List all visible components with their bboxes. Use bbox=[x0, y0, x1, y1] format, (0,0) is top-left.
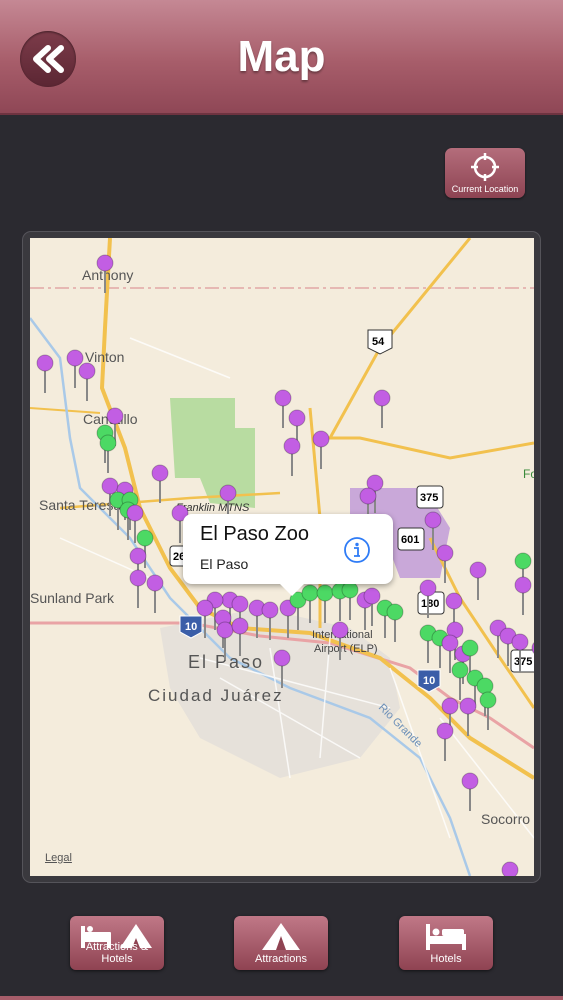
label-el-paso: El Paso bbox=[188, 652, 264, 672]
header-bar: Map bbox=[0, 0, 563, 115]
map-pin[interactable] bbox=[436, 544, 454, 562]
map-pin[interactable] bbox=[514, 552, 532, 570]
svg-text:375: 375 bbox=[514, 656, 532, 668]
map-pin[interactable] bbox=[461, 639, 479, 657]
franklin-park-area bbox=[170, 398, 255, 508]
map-pin[interactable] bbox=[36, 354, 54, 372]
attractions-label: Attractions bbox=[255, 953, 307, 965]
map-pin[interactable] bbox=[424, 511, 442, 529]
map-pin[interactable] bbox=[436, 722, 454, 740]
map-pin[interactable] bbox=[96, 254, 114, 272]
map-pin[interactable] bbox=[261, 601, 279, 619]
map-pin[interactable] bbox=[511, 633, 529, 651]
map-pin[interactable] bbox=[231, 617, 249, 635]
map-pin[interactable] bbox=[129, 569, 147, 587]
label-vinton: Vinton bbox=[85, 349, 124, 365]
map-pin[interactable] bbox=[126, 504, 144, 522]
map-pin[interactable] bbox=[386, 603, 404, 621]
shield-54: 54 bbox=[367, 329, 393, 355]
map-pin[interactable] bbox=[151, 464, 169, 482]
map-pin[interactable] bbox=[216, 621, 234, 639]
bottom-toolbar: Attractions & Hotels Attractions Hotels bbox=[0, 898, 563, 1000]
map-pin[interactable] bbox=[461, 772, 479, 790]
map-pin[interactable] bbox=[451, 661, 469, 679]
label-sunland-park: Sunland Park bbox=[30, 590, 115, 606]
map-pin[interactable] bbox=[445, 592, 463, 610]
map-pin[interactable] bbox=[219, 484, 237, 502]
map-pin[interactable] bbox=[373, 389, 391, 407]
map-pin[interactable] bbox=[196, 599, 214, 617]
attractions-button[interactable]: Attractions bbox=[234, 916, 328, 970]
label-socorro: Socorro bbox=[481, 811, 530, 827]
page-title: Map bbox=[237, 32, 326, 81]
map-pin[interactable] bbox=[78, 362, 96, 380]
map-pin[interactable] bbox=[419, 579, 437, 597]
map-pin[interactable] bbox=[288, 409, 306, 427]
map-pin[interactable] bbox=[312, 430, 330, 448]
map-pin[interactable] bbox=[106, 407, 124, 425]
callout-title: El Paso Zoo bbox=[200, 523, 309, 545]
svg-text:54: 54 bbox=[372, 336, 385, 348]
crosshair-icon bbox=[471, 153, 499, 181]
map-pin[interactable] bbox=[459, 697, 477, 715]
map-pin[interactable] bbox=[514, 576, 532, 594]
map-callout[interactable]: El Paso Zoo El Paso bbox=[183, 514, 393, 596]
map-pin[interactable] bbox=[273, 649, 291, 667]
map-pin[interactable] bbox=[441, 634, 459, 652]
current-location-label: Current Location bbox=[451, 184, 519, 194]
map-pin[interactable] bbox=[341, 581, 359, 599]
current-location-button[interactable]: Current Location bbox=[445, 148, 525, 198]
map-pin[interactable] bbox=[101, 477, 119, 495]
map-pin[interactable] bbox=[479, 691, 497, 709]
legal-link[interactable]: Legal bbox=[45, 852, 72, 864]
map-pin[interactable] bbox=[441, 697, 459, 715]
map-pin[interactable] bbox=[301, 584, 319, 602]
svg-text:10: 10 bbox=[423, 675, 435, 687]
map-pin[interactable] bbox=[316, 584, 334, 602]
svg-text:180: 180 bbox=[421, 598, 439, 610]
svg-text:Airport (ELP): Airport (ELP) bbox=[314, 643, 378, 655]
shield-375: 375 bbox=[416, 485, 444, 509]
svg-text:Fo: Fo bbox=[523, 467, 534, 481]
bottom-accent-bar bbox=[0, 996, 563, 1000]
svg-text:10: 10 bbox=[185, 621, 197, 633]
map-pin[interactable] bbox=[359, 487, 377, 505]
hotels-button[interactable]: Hotels bbox=[399, 916, 493, 970]
map-pin[interactable] bbox=[274, 389, 292, 407]
map-pin[interactable] bbox=[283, 437, 301, 455]
shield-375-east: 375 bbox=[510, 649, 534, 673]
map-pin[interactable] bbox=[66, 349, 84, 367]
map-pin[interactable] bbox=[501, 861, 519, 876]
callout-subtitle: El Paso bbox=[200, 556, 249, 572]
info-icon[interactable] bbox=[343, 536, 371, 564]
hotels-label: Hotels bbox=[430, 953, 462, 965]
attractions-hotels-label: Attractions & Hotels bbox=[85, 941, 149, 965]
tent-icon bbox=[262, 923, 300, 950]
map-pin[interactable] bbox=[469, 561, 487, 579]
label-ciudad-juarez: Ciudad Juárez bbox=[148, 686, 284, 705]
attractions-hotels-button[interactable]: Attractions & Hotels bbox=[70, 916, 164, 970]
shield-601: 601 bbox=[397, 527, 425, 551]
svg-text:375: 375 bbox=[420, 492, 438, 504]
svg-text:601: 601 bbox=[401, 534, 419, 546]
map-pin[interactable] bbox=[331, 621, 349, 639]
map-frame: Anthony Vinton Canutillo Santa Teresa Su… bbox=[23, 232, 540, 882]
map-pin[interactable] bbox=[146, 574, 164, 592]
map-pin[interactable] bbox=[129, 547, 147, 565]
map-pin[interactable] bbox=[99, 434, 117, 452]
map-pin[interactable] bbox=[476, 677, 494, 695]
map-pin[interactable] bbox=[231, 595, 249, 613]
map-pin[interactable] bbox=[363, 587, 381, 605]
map-pin[interactable] bbox=[136, 529, 154, 547]
bed-icon bbox=[426, 924, 466, 950]
map-view[interactable]: Anthony Vinton Canutillo Santa Teresa Su… bbox=[30, 238, 534, 876]
